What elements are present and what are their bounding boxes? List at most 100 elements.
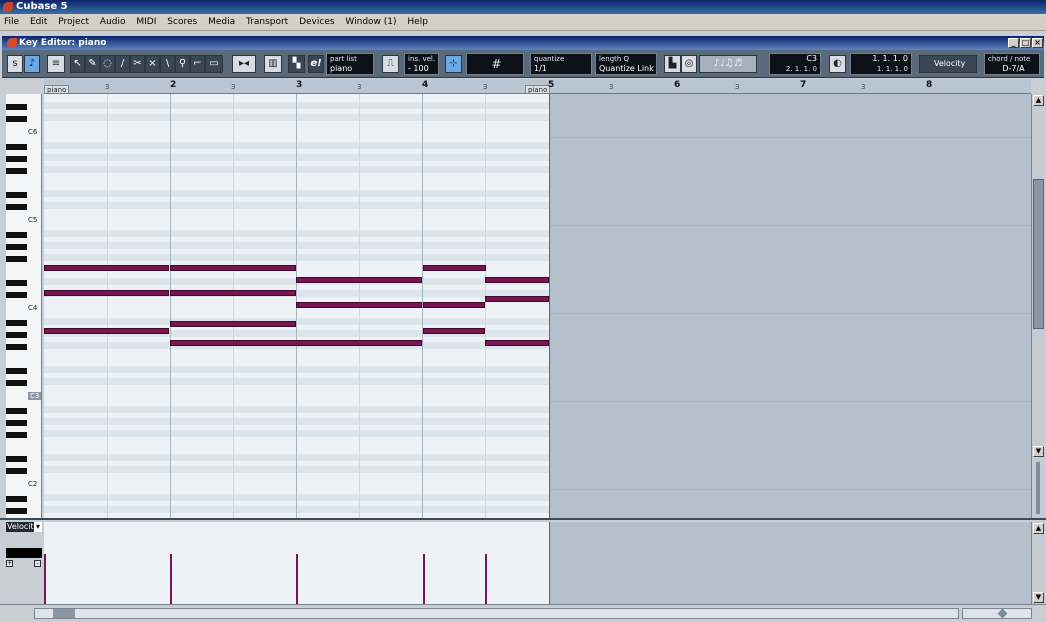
edit-active-part-button[interactable]: e! [308,55,324,73]
midi-note[interactable] [485,296,549,302]
scroll-up-button[interactable]: ▲ [1033,95,1044,106]
glue-tool-icon[interactable]: \ [160,55,175,73]
scroll-up-button[interactable]: ▲ [1033,523,1044,534]
indicate-transpositions-button[interactable]: ▙ [664,55,681,73]
minimize-button[interactable]: _ [1008,38,1019,48]
menu-scores[interactable]: Scores [167,17,197,27]
nudge-button[interactable]: ▥ [264,55,282,73]
split-tool-icon[interactable]: ✂ [130,55,145,73]
midi-note[interactable] [44,290,169,296]
black-key[interactable] [6,244,27,250]
vertical-scroll-thumb[interactable] [1033,179,1044,329]
black-key[interactable] [6,408,27,414]
midi-note[interactable] [485,340,549,346]
menu-media[interactable]: Media [208,17,235,27]
horizontal-zoom-slider[interactable] [962,608,1032,619]
snap-type-field[interactable]: # [466,53,524,75]
timewarp-tool-icon[interactable]: ⌐ [190,55,205,73]
horizontal-scrollbar[interactable] [34,608,959,619]
velocity-bar[interactable] [44,554,46,604]
auto-scroll-button[interactable]: ▸◂ [232,55,256,73]
colors-dropdown[interactable]: Velocity [919,55,977,73]
horizontal-scroll-thumb[interactable] [53,609,75,618]
black-key[interactable] [6,232,27,238]
velocity-bar[interactable] [485,554,487,604]
black-key[interactable] [6,156,27,162]
insert-velocity-field[interactable]: ins. vel. - 100 [404,53,439,75]
black-key[interactable] [6,292,27,298]
mute-tool-icon[interactable]: × [145,55,160,73]
black-key[interactable] [6,420,27,426]
black-key[interactable] [6,204,27,210]
black-key[interactable] [6,456,27,462]
length-quantize-dropdown[interactable]: length Q Quantize Link [595,53,657,75]
midi-note[interactable] [423,265,486,271]
black-key[interactable] [6,332,27,338]
acoustic-feedback-icon[interactable]: ♪ [24,55,40,73]
draw-tool-icon[interactable]: ✎ [85,55,100,73]
maximize-button[interactable]: □ [1020,38,1031,48]
zoom-thumb[interactable] [997,608,1008,619]
midi-note[interactable] [423,328,485,334]
vertical-scrollbar[interactable]: ▲ ▼ [1031,94,1044,518]
outside-part-area[interactable] [549,94,1032,518]
velocity-bar[interactable] [170,554,172,604]
menu-window[interactable]: Window (1) [345,17,396,27]
velocity-bar[interactable] [423,554,425,604]
quantize-dropdown[interactable]: quantize 1/1 [530,53,592,75]
timeline-ruler[interactable]: piano 2 3 4 piano 5 6 7 8 3 3 3 3 3 3 3 [44,79,1031,94]
add-lane-button[interactable]: + [6,560,13,567]
midi-note[interactable] [170,340,422,346]
close-button[interactable]: × [1032,38,1043,48]
velocity-bar[interactable] [296,554,298,604]
menu-transport[interactable]: Transport [246,17,288,27]
midi-note[interactable] [170,321,296,327]
midi-note[interactable] [423,302,485,308]
step-input-options[interactable]: ♪♩♫♬ [699,55,757,73]
black-key[interactable] [6,432,27,438]
black-key[interactable] [6,104,27,110]
black-key[interactable] [6,380,27,386]
black-key[interactable] [6,144,27,150]
part-list-dropdown[interactable]: part list piano [326,53,374,75]
show-info-button[interactable]: ≡ [47,55,65,73]
black-key[interactable] [6,280,27,286]
menu-edit[interactable]: Edit [30,17,47,27]
step-input-button[interactable]: ⎍ [382,55,399,73]
midi-note[interactable] [296,302,422,308]
menu-help[interactable]: Help [407,17,428,27]
midi-note[interactable] [44,265,169,271]
black-key[interactable] [6,256,27,262]
black-key[interactable] [6,192,27,198]
scroll-down-button[interactable]: ▼ [1033,446,1044,457]
black-key[interactable] [6,368,27,374]
midi-note[interactable] [170,290,296,296]
color-scheme-icon[interactable]: ◐ [829,55,846,73]
black-key[interactable] [6,508,27,514]
menu-project[interactable]: Project [58,17,89,27]
solo-button[interactable]: s [7,55,23,73]
controller-select-dropdown[interactable]: Velocit ▾ [6,522,42,532]
midi-input-button[interactable]: ◎ [681,55,697,73]
controller-scrollbar[interactable]: ▲ ▼ [1031,522,1044,604]
black-key[interactable] [6,344,27,350]
remove-lane-button[interactable]: - [34,560,41,567]
black-key[interactable] [6,320,27,326]
black-key[interactable] [6,496,27,502]
black-key[interactable] [6,116,27,122]
menu-midi[interactable]: MIDI [136,17,156,27]
line-tool-icon[interactable]: / [115,55,130,73]
note-grid[interactable] [44,94,549,518]
menu-file[interactable]: File [4,17,19,27]
midi-note[interactable] [485,277,549,283]
independent-track-loop-button[interactable]: ▚ [288,55,305,73]
menu-audio[interactable]: Audio [100,17,126,27]
midi-note[interactable] [170,265,296,271]
black-key[interactable] [6,468,27,474]
menu-devices[interactable]: Devices [299,17,334,27]
object-selection-tool-icon[interactable]: ↖ [70,55,85,73]
erase-tool-icon[interactable]: ◌ [100,55,115,73]
comp-tool-icon[interactable]: ▭ [205,55,223,73]
midi-note[interactable] [296,277,422,283]
midi-note[interactable] [44,328,169,334]
